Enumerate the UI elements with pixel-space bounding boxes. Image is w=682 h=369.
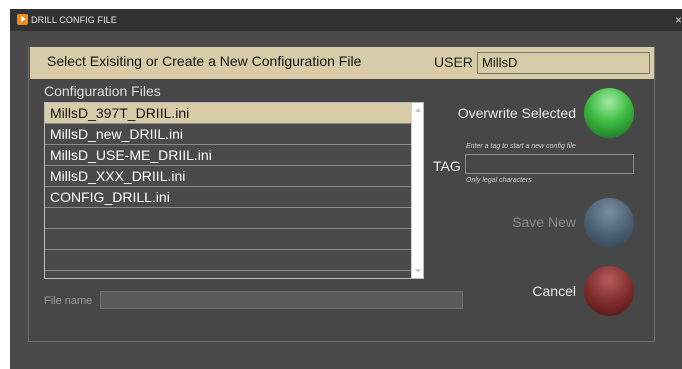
file-list-item[interactable] xyxy=(45,271,411,278)
configuration-files-label: Configuration Files xyxy=(44,83,161,99)
tag-input[interactable] xyxy=(465,154,634,174)
file-list-item[interactable]: MillsD_397T_DRIIL.ini xyxy=(45,103,411,124)
file-list-item[interactable]: MillsD_XXX_DRIIL.ini xyxy=(45,166,411,187)
file-list-item[interactable]: MillsD_new_DRIIL.ini xyxy=(45,124,411,145)
overwrite-selected-label: Overwrite Selected xyxy=(457,105,576,121)
file-rows: MillsD_397T_DRIIL.ini MillsD_new_DRIIL.in… xyxy=(45,103,411,278)
tag-label: TAG xyxy=(433,158,461,174)
save-new-button[interactable]: Save New xyxy=(500,198,634,248)
scroll-down-icon[interactable] xyxy=(415,269,421,273)
cancel-button[interactable]: Cancel xyxy=(520,266,634,316)
save-new-label: Save New xyxy=(512,214,576,230)
play-icon xyxy=(17,14,28,25)
header-title: Select Exisiting or Create a New Configu… xyxy=(47,53,362,69)
scrollbar[interactable] xyxy=(411,103,423,278)
user-field: MillsD xyxy=(477,52,650,74)
user-label: USER xyxy=(434,54,473,70)
red-orb-icon[interactable] xyxy=(584,266,634,316)
file-name-label: File name xyxy=(44,295,93,307)
file-list-item[interactable] xyxy=(45,229,411,250)
file-list-item[interactable]: CONFIG_DRILL.ini xyxy=(45,187,411,208)
header-bar: Select Exisiting or Create a New Configu… xyxy=(30,47,654,79)
scroll-up-icon[interactable] xyxy=(415,108,421,112)
tag-hint: Enter a tag to start a new config file xyxy=(466,143,576,150)
file-list-item[interactable] xyxy=(45,208,411,229)
file-list-item[interactable]: MillsD_USE-ME_DRIIL.ini xyxy=(45,145,411,166)
title-bar[interactable]: DRILL CONFIG FILE × xyxy=(10,9,682,31)
overwrite-selected-button[interactable]: Overwrite Selected xyxy=(440,88,634,138)
blue-orb-icon[interactable] xyxy=(584,198,634,248)
file-list-item[interactable] xyxy=(45,250,411,271)
legal-characters-hint: Only legal characters xyxy=(466,177,532,184)
green-orb-icon[interactable] xyxy=(584,88,634,138)
configuration-file-list[interactable]: MillsD_397T_DRIIL.ini MillsD_new_DRIIL.in… xyxy=(44,102,424,279)
window-title: DRILL CONFIG FILE xyxy=(31,15,117,25)
file-name-input[interactable] xyxy=(100,291,463,309)
cancel-label: Cancel xyxy=(532,283,576,299)
close-button[interactable]: × xyxy=(672,12,682,28)
